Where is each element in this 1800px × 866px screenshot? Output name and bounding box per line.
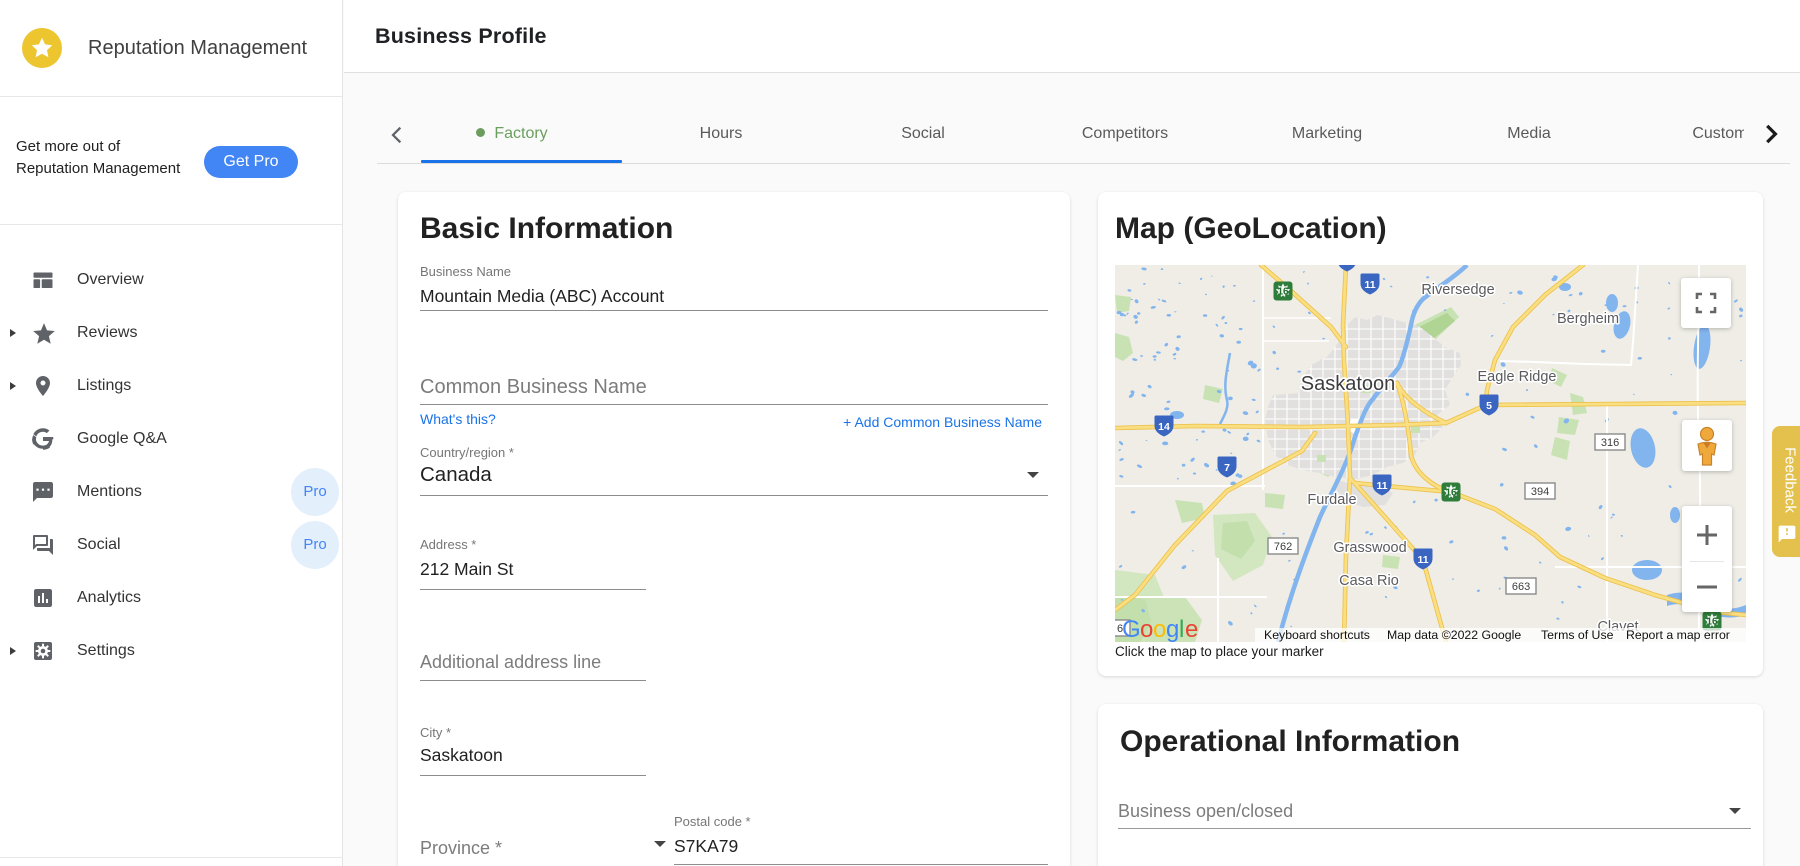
svg-text:Casa Rio: Casa Rio [1339,573,1399,589]
svg-text:Terms of Use: Terms of Use [1541,628,1614,642]
svg-text:316: 316 [1601,437,1619,449]
svg-text:G: G [1122,616,1140,642]
svg-text:o: o [1153,616,1166,642]
svg-text:762: 762 [1274,541,1292,553]
svg-text:Saskatoon: Saskatoon [1301,373,1396,395]
svg-text:Eagle Ridge: Eagle Ridge [1478,369,1557,385]
svg-text:16: 16 [1706,617,1718,628]
svg-text:Map data ©2022 Google: Map data ©2022 Google [1387,628,1521,642]
svg-text:663: 663 [1512,581,1530,593]
svg-text:16: 16 [1445,488,1457,499]
svg-text:5: 5 [1486,400,1492,412]
svg-text:394: 394 [1531,486,1549,498]
svg-text:Riversedge: Riversedge [1421,282,1494,298]
svg-text:11: 11 [1376,480,1387,492]
svg-text:11: 11 [1364,279,1375,291]
svg-text:12: 12 [1341,265,1353,268]
svg-text:Furdale: Furdale [1307,492,1356,508]
svg-text:11: 11 [1417,554,1428,566]
svg-text:g: g [1166,616,1179,642]
svg-text:Report a map error: Report a map error [1626,628,1730,642]
svg-text:Bergheim: Bergheim [1557,311,1619,327]
svg-text:o: o [1140,616,1153,642]
svg-text:Grasswood: Grasswood [1333,540,1406,556]
svg-text:16: 16 [1277,287,1289,298]
svg-text:14: 14 [1158,421,1170,433]
svg-text:e: e [1185,616,1198,642]
svg-text:7: 7 [1224,462,1230,474]
svg-text:Keyboard shortcuts: Keyboard shortcuts [1264,628,1370,642]
svg-text:l: l [1179,616,1184,642]
